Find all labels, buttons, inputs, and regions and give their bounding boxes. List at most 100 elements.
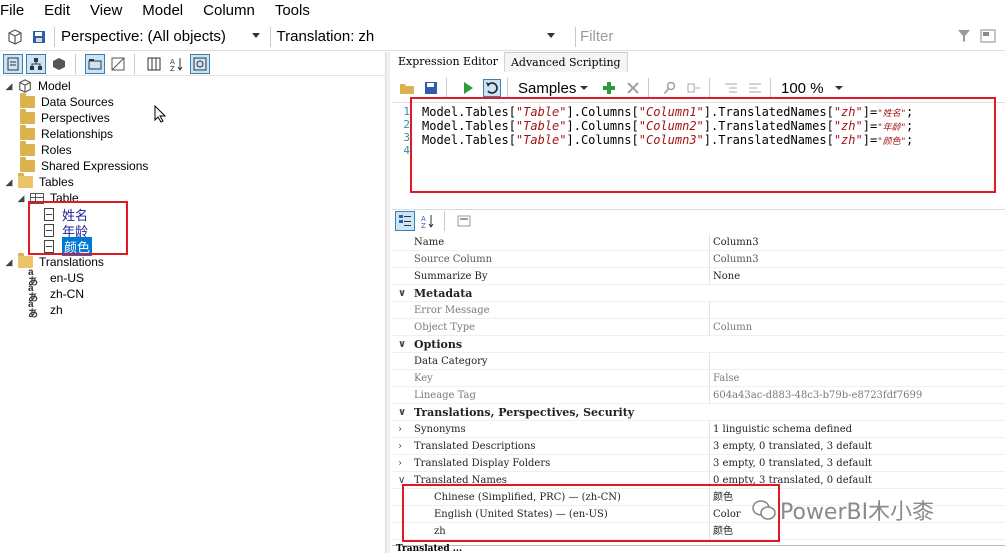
language-icon: aあ bbox=[28, 299, 38, 320]
tree-node-lang-zh[interactable]: aあ zh bbox=[28, 299, 63, 320]
property-row[interactable]: Data Category bbox=[392, 353, 1005, 370]
property-row[interactable]: Source Column Column3 bbox=[392, 251, 1005, 268]
property-row[interactable]: Object Type Column bbox=[392, 319, 1005, 336]
chevron-down-icon[interactable]: ◢ bbox=[4, 81, 14, 91]
property-row[interactable]: › Translated Display Folders 3 empty, 0 tr… bbox=[392, 455, 1005, 472]
tree-node-roles[interactable]: Roles bbox=[20, 141, 72, 158]
undo-script-icon[interactable] bbox=[483, 79, 501, 97]
cube-icon[interactable] bbox=[49, 54, 69, 74]
columns-view-icon[interactable] bbox=[144, 54, 164, 74]
chevron-down-icon bbox=[251, 32, 260, 38]
property-row[interactable]: › Translated Descriptions 3 empty, 0 trans… bbox=[392, 438, 1005, 455]
folder-open-icon bbox=[18, 173, 33, 188]
menu-column[interactable]: Column bbox=[193, 0, 265, 21]
explorer-toolbar: AZ bbox=[0, 52, 385, 76]
tree-node-tables[interactable]: ◢ Tables bbox=[4, 173, 74, 190]
chevron-right-icon: › bbox=[398, 424, 402, 435]
tree-node-data-sources[interactable]: Data Sources bbox=[20, 93, 114, 110]
comment-icon[interactable] bbox=[722, 79, 740, 97]
model-icon bbox=[19, 79, 31, 93]
wechat-icon bbox=[752, 500, 776, 520]
toolbar-separator bbox=[75, 53, 76, 74]
save-model-icon[interactable] bbox=[30, 28, 48, 46]
perspective-dropdown[interactable]: (All objects) bbox=[144, 26, 264, 48]
save-script-icon[interactable] bbox=[422, 79, 440, 97]
alphabetical-view-icon[interactable]: AZ bbox=[418, 211, 438, 231]
tab-advanced-scripting[interactable]: Advanced Scripting bbox=[504, 52, 628, 72]
menu-view[interactable]: View bbox=[80, 0, 132, 21]
property-row[interactable]: Error Message bbox=[392, 302, 1005, 319]
replace-icon[interactable] bbox=[685, 79, 703, 97]
line-number: 2 bbox=[403, 118, 410, 131]
chevron-down-icon[interactable]: ◢ bbox=[4, 177, 14, 187]
chevron-down-icon bbox=[580, 86, 588, 90]
chevron-down-icon: ∨ bbox=[398, 407, 407, 418]
categorized-view-icon[interactable] bbox=[395, 210, 415, 231]
property-pages-icon[interactable] bbox=[454, 211, 474, 231]
menu-tools[interactable]: Tools bbox=[265, 0, 320, 21]
tab-expression-editor[interactable]: Expression Editor bbox=[392, 52, 505, 72]
chevron-down-icon[interactable]: ◢ bbox=[4, 257, 14, 267]
toolbar-separator bbox=[54, 26, 55, 47]
menu-file[interactable]: File bbox=[0, 0, 34, 21]
property-row[interactable]: Key False bbox=[392, 370, 1005, 387]
property-category-translations[interactable]: ∨ Translations, Perspectives, Security bbox=[392, 404, 1005, 421]
delete-macro-icon[interactable] bbox=[624, 79, 642, 97]
chevron-down-icon[interactable]: ◢ bbox=[16, 193, 26, 203]
property-row[interactable]: Name Column3 bbox=[392, 234, 1005, 251]
tree-node-model[interactable]: ◢ Model bbox=[4, 78, 71, 94]
highlight-box-translations bbox=[402, 484, 780, 542]
line-number: 3 bbox=[403, 131, 410, 144]
find-icon[interactable] bbox=[661, 79, 679, 97]
tree-label: Relationships bbox=[41, 127, 114, 141]
uncomment-icon[interactable] bbox=[746, 79, 764, 97]
editor-tabs: Expression Editor Advanced Scripting bbox=[392, 52, 1005, 72]
menu-model[interactable]: Model bbox=[132, 0, 193, 21]
samples-label: Samples bbox=[518, 79, 577, 97]
tree-label: Roles bbox=[41, 143, 72, 157]
hidden-objects-icon[interactable] bbox=[108, 54, 128, 74]
chevron-right-icon: › bbox=[398, 441, 402, 452]
translation-dropdown[interactable]: zh bbox=[354, 26, 559, 48]
filter-options-icon[interactable] bbox=[190, 53, 210, 74]
filter-input[interactable]: Filter bbox=[575, 27, 950, 47]
menu-edit[interactable]: Edit bbox=[34, 0, 80, 21]
layout-toggle-icon[interactable] bbox=[980, 28, 998, 44]
toolbar-separator bbox=[507, 78, 508, 98]
display-folder-icon[interactable] bbox=[85, 53, 105, 74]
property-row[interactable]: › Synonyms 1 linguistic schema defined bbox=[392, 421, 1005, 438]
property-category-options[interactable]: ∨ Options bbox=[392, 336, 1005, 353]
run-script-icon[interactable] bbox=[459, 79, 477, 97]
add-macro-icon[interactable] bbox=[600, 79, 618, 97]
tree-node-translations[interactable]: ◢ Translations bbox=[4, 253, 104, 270]
property-row[interactable]: Lineage Tag 604a43ac-d883-48c3-b79b-e8723… bbox=[392, 387, 1005, 404]
samples-dropdown[interactable]: Samples bbox=[514, 77, 594, 99]
tree-node-relationships[interactable]: Relationships bbox=[20, 125, 114, 142]
chevron-down-icon bbox=[835, 86, 843, 90]
chevron-down-icon: ∨ bbox=[398, 339, 407, 350]
cursor-arrow-icon bbox=[154, 104, 167, 126]
chevron-down-icon: ∨ bbox=[398, 288, 407, 299]
line-number: 4 bbox=[403, 144, 410, 157]
menu-bar: File Edit View Model Column Tools bbox=[0, 0, 1005, 21]
svg-text:Z: Z bbox=[170, 65, 175, 71]
funnel-icon[interactable] bbox=[958, 29, 970, 43]
property-grid-toolbar: AZ bbox=[392, 209, 1005, 231]
open-script-icon[interactable] bbox=[398, 79, 416, 97]
tree-label: Tables bbox=[39, 175, 74, 189]
zoom-dropdown[interactable]: 100 % bbox=[777, 77, 847, 99]
toolbar-separator bbox=[709, 78, 710, 98]
property-row[interactable]: Summarize By None bbox=[392, 268, 1005, 285]
panel-splitter[interactable] bbox=[385, 52, 390, 553]
show-hidden-icon[interactable] bbox=[3, 53, 23, 74]
tree-label: Model bbox=[38, 79, 71, 93]
property-category-metadata[interactable]: ∨ Metadata bbox=[392, 285, 1005, 302]
sort-az-icon[interactable]: AZ bbox=[167, 54, 187, 74]
tree-label: Shared Expressions bbox=[41, 159, 149, 173]
toolbar-separator bbox=[444, 210, 445, 231]
model-cube-icon[interactable] bbox=[6, 28, 24, 46]
group-by-icon[interactable] bbox=[26, 53, 46, 74]
perspective-value: (All objects) bbox=[147, 28, 226, 45]
tree-node-perspectives[interactable]: Perspectives bbox=[20, 109, 110, 126]
tree-node-shared-expressions[interactable]: Shared Expressions bbox=[20, 157, 149, 174]
